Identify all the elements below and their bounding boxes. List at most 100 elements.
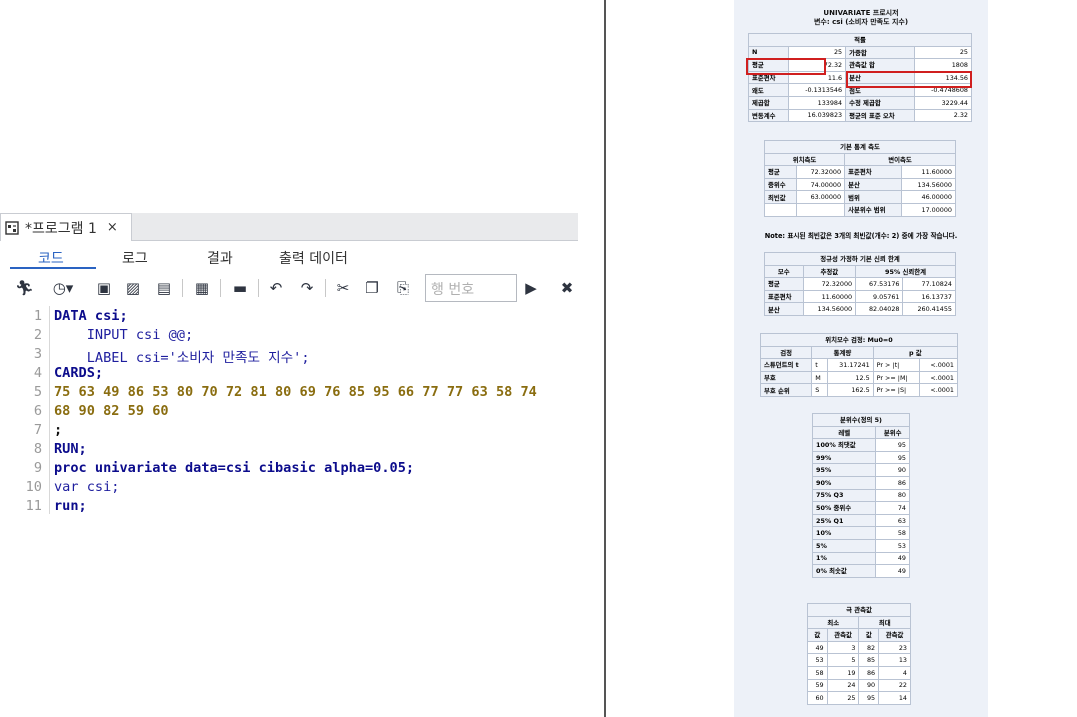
table-row: 50% 중위수 74 (811, 501, 910, 515)
table-row: 59 24 90 22 (807, 678, 911, 693)
cell: 162.5 (826, 383, 874, 397)
cell: 86 (875, 475, 910, 490)
tab-code[interactable]: 코드 (38, 248, 64, 268)
download-icon[interactable]: ▤ (155, 279, 173, 297)
export-icon[interactable]: ▦ (193, 279, 211, 297)
paste-icon[interactable]: ⎘ (394, 279, 412, 297)
cell: 평균의 표준 오차 (845, 108, 915, 123)
cell: N (748, 45, 789, 60)
cell: 95 (875, 438, 910, 452)
cell: 95 (858, 691, 880, 705)
cell: 4 (878, 665, 911, 680)
column-header: 위치측도 (763, 152, 846, 167)
clear-formatting-icon[interactable]: ✖ (558, 279, 576, 297)
column-header: 최대 (858, 615, 911, 630)
cell: 49 (875, 551, 910, 566)
results-pane: UNIVARIATE 프로시저 변수: csi (소비자 만족도 지수) 적률 … (606, 0, 1077, 717)
column-header: p 값 (872, 345, 959, 360)
cell: <.0001 (919, 383, 958, 397)
cell: 90 (875, 463, 910, 477)
copy-icon[interactable]: ❐ (363, 279, 381, 297)
undo-icon[interactable]: ↶ (267, 279, 285, 297)
cell: M (811, 370, 828, 385)
cut-icon[interactable]: ✂ (334, 279, 352, 297)
code-text: 68 90 82 59 60 (54, 403, 169, 419)
cell: 중위수 (764, 177, 797, 192)
code-line: 11 run; (0, 498, 578, 517)
close-icon[interactable]: × (107, 220, 118, 235)
mode-note: Note: 표시된 최빈값은 3개의 최빈값(개수: 2) 중에 가장 작습니다… (764, 232, 958, 240)
print-icon[interactable]: ▬ (231, 279, 249, 297)
code-line: 6 68 90 82 59 60 (0, 403, 578, 422)
highlight-mean (746, 58, 826, 75)
cell: 85 (858, 653, 880, 667)
cell: 50% 중위수 (811, 501, 877, 515)
tab-program-1[interactable]: *프로그램 1 × (0, 213, 132, 241)
univariate-report: UNIVARIATE 프로시저 변수: csi (소비자 만족도 지수) 적률 … (734, 0, 988, 717)
cell: 14 (878, 691, 911, 705)
column-header: 분위수 (875, 425, 910, 440)
cell: 72.32000 (795, 165, 846, 179)
code-line: 1 DATA csi; (0, 308, 578, 327)
table-row: 부호 순위 S 162.5 Pr >= |S| <.0001 (759, 383, 958, 397)
cell: 80 (875, 488, 910, 503)
cell: 82 (858, 640, 880, 655)
cell: 58 (875, 526, 910, 540)
table-row: 스튜던트의 t t 31.17241 Pr > |t| <.0001 (759, 358, 958, 372)
cell: 46.00000 (901, 190, 956, 204)
table-row: 75% Q3 80 (811, 488, 910, 503)
save-icon[interactable]: ▣ (95, 279, 113, 297)
cell: 사분위수 범위 (844, 202, 903, 217)
cell: 왜도 (748, 83, 789, 97)
cell: <.0001 (919, 370, 958, 385)
cell: 67.53176 (855, 277, 904, 291)
code-text: var csi; (54, 479, 120, 495)
line-number: 2 (33, 327, 42, 343)
table-row: 100% 최댓값 95 (811, 438, 910, 452)
cell: 22 (878, 678, 911, 693)
code-text: CARDS; (54, 365, 104, 381)
code-editor[interactable]: 1 DATA csi; 2 INPUT csi @@; 3 LABEL csi='… (0, 306, 578, 526)
cell: 24 (826, 678, 860, 693)
cell: 63 (875, 513, 910, 528)
cell: 25 (826, 691, 860, 705)
cell: 25 (913, 45, 973, 60)
cell: 16.13737 (902, 289, 956, 304)
history-icon[interactable]: ◷▾ (50, 279, 76, 297)
cell: 99% (811, 450, 877, 465)
run-icon[interactable]: 🏃︎ (15, 279, 34, 297)
cell: 3 (826, 640, 860, 655)
line-number: 3 (33, 346, 42, 362)
cell: 60 (807, 691, 828, 705)
cell: 12.5 (826, 370, 874, 385)
cell: 133984 (787, 95, 847, 110)
save-as-icon[interactable]: ▨ (124, 279, 142, 297)
cell: 제곱합 (748, 95, 789, 110)
code-text: DATA csi; (54, 308, 128, 324)
redo-icon[interactable]: ↷ (298, 279, 316, 297)
line-number: 9 (33, 460, 42, 476)
cell: Pr >= |S| (872, 383, 921, 397)
cell: 59 (807, 678, 828, 693)
line-number-input[interactable]: 행 번호 (425, 274, 517, 302)
go-to-line-icon[interactable]: ▶ (522, 279, 540, 297)
table-row: 최빈값 63.00000 범위 46.00000 (764, 190, 956, 204)
cell: 2.32 (913, 108, 973, 123)
tab-output-data[interactable]: 출력 데이터 (279, 248, 348, 268)
cell: 5% (811, 538, 877, 553)
cell: 부호 순위 (759, 383, 813, 397)
cell: 134.56000 (901, 177, 956, 192)
program-tab-bar: *프로그램 1 × (0, 213, 578, 241)
cell: 평균 (764, 277, 804, 291)
tab-log[interactable]: 로그 (122, 248, 148, 268)
cell: 53 (807, 653, 828, 667)
table-row: 변동계수 16.039823 평균의 표준 오차 2.32 (748, 108, 973, 123)
cell: Pr > |t| (872, 358, 921, 372)
tab-results[interactable]: 결과 (207, 248, 233, 268)
highlight-variance (846, 71, 972, 88)
cell: t (811, 358, 828, 372)
column-header: 추정값 (802, 264, 857, 279)
program-editor-pane: *프로그램 1 × 코드 로그 결과 출력 데이터 🏃︎ ◷▾ ▣ ▨ ▤ ▦ … (0, 0, 578, 717)
cell: 95 (875, 450, 910, 465)
cell: 0% 최솟값 (811, 564, 877, 578)
